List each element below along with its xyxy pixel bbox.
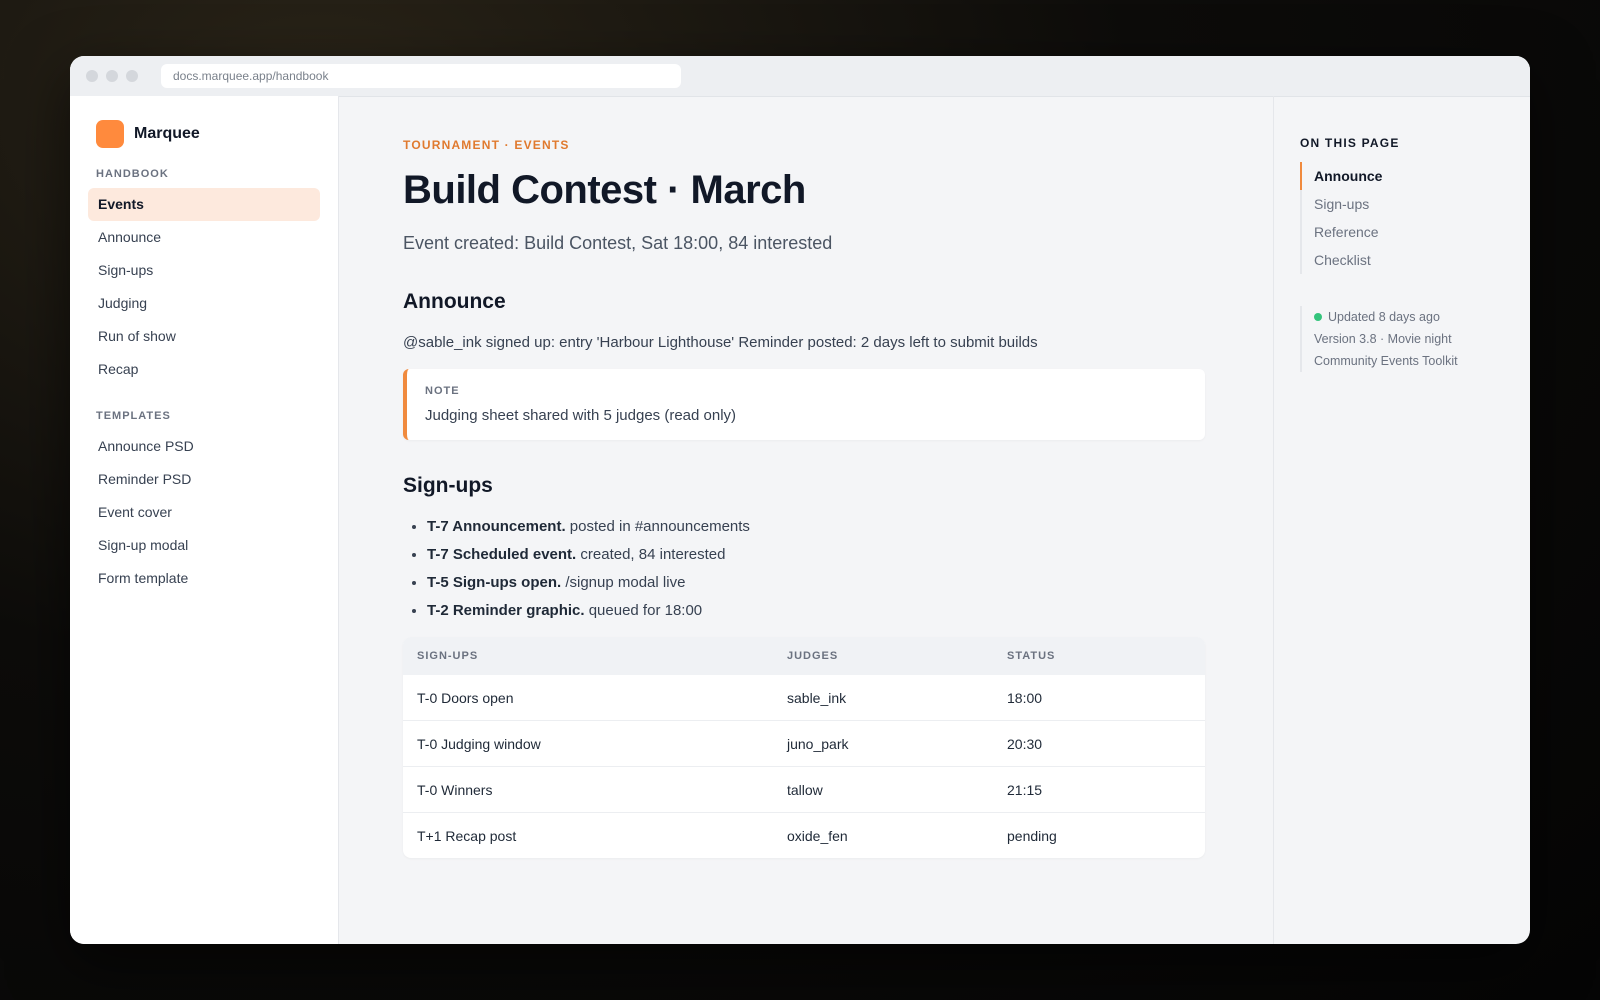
sidebar-section-templates: TEMPLATES — [96, 410, 171, 422]
table-row: T+1 Recap post oxide_fen pending — [403, 812, 1205, 858]
cell-sign-up: T-0 Winners — [417, 781, 493, 798]
list-item: T-7 Scheduled event. created, 84 interes… — [427, 546, 1205, 563]
address-bar[interactable]: docs.marquee.app/handbook — [161, 64, 681, 88]
sidebar-item-announce-psd[interactable]: Announce PSD — [88, 430, 320, 463]
brand[interactable]: Marquee — [96, 120, 320, 148]
cell-sign-up: T+1 Recap post — [417, 827, 517, 844]
list-item-text: posted in #announcements — [565, 518, 750, 535]
cell-judge: tallow — [787, 781, 823, 798]
sidebar-item-judging[interactable]: Judging — [88, 287, 320, 320]
cell-judge: juno_park — [787, 735, 849, 752]
updated-line: Updated 8 days ago — [1314, 306, 1500, 328]
sidebar-item-event-cover[interactable]: Event cover — [88, 496, 320, 529]
column-header-status: STATUS — [1007, 650, 1056, 662]
table-of-contents: ON THIS PAGE Announce Sign-ups Reference… — [1274, 96, 1530, 944]
list-item-title: T-5 Sign-ups open. — [427, 574, 562, 591]
sign-ups-heading: Sign-ups — [403, 474, 493, 497]
list-item-text: /signup modal live — [561, 574, 686, 591]
brand-name: Marquee — [134, 125, 200, 142]
toolkit-text: Community Events Toolkit — [1314, 354, 1458, 368]
sidebar-item-form-template[interactable]: Form template — [88, 562, 320, 595]
list-item-title: T-7 Announcement. — [427, 518, 566, 535]
sign-ups-table: SIGN-UPS JUDGES STATUS T-0 Doors open sa… — [403, 637, 1205, 858]
page-title: Build Contest · March — [403, 168, 806, 212]
list-item-title: T-2 Reminder graphic. — [427, 602, 585, 619]
status-dot-icon — [1314, 313, 1322, 321]
list-item: T-2 Reminder graphic. queued for 18:00 — [427, 602, 1205, 619]
sidebar-item-announce[interactable]: Announce — [88, 221, 320, 254]
note-callout: NOTE Judging sheet shared with 5 judges … — [403, 369, 1205, 440]
handbook-nav: Events Announce Sign-ups Judging Run of … — [88, 188, 320, 386]
toc-item-reference[interactable]: Reference — [1300, 218, 1500, 246]
window-controls — [86, 70, 138, 82]
column-header-sign-ups: SIGN-UPS — [417, 650, 479, 662]
toc-item-checklist[interactable]: Checklist — [1300, 246, 1500, 274]
sidebar-item-recap[interactable]: Recap — [88, 353, 320, 386]
cell-status: 21:15 — [1007, 781, 1043, 798]
cell-judge: oxide_fen — [787, 827, 848, 844]
sidebar-item-events[interactable]: Events — [88, 188, 320, 221]
list-item-text: queued for 18:00 — [584, 602, 703, 619]
list-item: T-5 Sign-ups open. /signup modal live — [427, 574, 1205, 591]
templates-nav: Announce PSD Reminder PSD Event cover Si… — [88, 430, 320, 595]
list-item-text: created, 84 interested — [576, 546, 726, 563]
sidebar-item-run-of-show[interactable]: Run of show — [88, 320, 320, 353]
page-subtitle: Event created: Build Contest, Sat 18:00,… — [403, 233, 833, 253]
announce-paragraph: @sable_ink signed up: entry 'Harbour Lig… — [403, 334, 1038, 351]
minimize-window-icon[interactable] — [106, 70, 118, 82]
note-label: NOTE — [425, 385, 460, 397]
cell-sign-up: T-0 Doors open — [417, 689, 514, 706]
maximize-window-icon[interactable] — [126, 70, 138, 82]
toc-item-announce[interactable]: Announce — [1300, 162, 1500, 190]
table-header: SIGN-UPS JUDGES STATUS — [403, 637, 1205, 675]
table-row: T-0 Judging window juno_park 20:30 — [403, 720, 1205, 766]
sidebar: Marquee HANDBOOK Events Announce Sign-up… — [70, 96, 339, 944]
toc-item-sign-ups[interactable]: Sign-ups — [1300, 190, 1500, 218]
list-item-title: T-7 Scheduled event. — [427, 546, 577, 563]
table-row: T-0 Doors open sable_ink 18:00 — [403, 675, 1205, 720]
browser-titlebar: docs.marquee.app/handbook — [70, 56, 1530, 97]
brand-logo-icon — [96, 120, 124, 148]
list-item: T-7 Announcement. posted in #announcemen… — [427, 518, 1205, 535]
sidebar-item-sign-up-modal[interactable]: Sign-up modal — [88, 529, 320, 562]
timeline-list: T-7 Announcement. posted in #announcemen… — [403, 518, 1205, 619]
column-header-judges: JUDGES — [787, 650, 839, 662]
announce-heading: Announce — [403, 290, 506, 313]
updated-text: Updated 8 days ago — [1328, 310, 1440, 324]
toc-title: ON THIS PAGE — [1300, 136, 1400, 150]
sidebar-section-handbook: HANDBOOK — [96, 168, 169, 180]
browser-window: docs.marquee.app/handbook Marquee HANDBO… — [70, 56, 1530, 944]
page-meta: Updated 8 days ago Version 3.8 · Movie n… — [1300, 306, 1500, 372]
note-text: Judging sheet shared with 5 judges (read… — [425, 407, 737, 424]
cell-status: 20:30 — [1007, 735, 1043, 752]
cell-sign-up: T-0 Judging window — [417, 735, 541, 752]
cell-judge: sable_ink — [787, 689, 847, 706]
close-window-icon[interactable] — [86, 70, 98, 82]
table-row: T-0 Winners tallow 21:15 — [403, 766, 1205, 812]
cell-status: pending — [1007, 827, 1057, 844]
cell-status: 18:00 — [1007, 689, 1043, 706]
sidebar-item-reminder-psd[interactable]: Reminder PSD — [88, 463, 320, 496]
version-text: Version 3.8 · Movie night — [1314, 332, 1452, 346]
toc-list: Announce Sign-ups Reference Checklist — [1300, 162, 1500, 274]
breadcrumb: Tournament · Events — [403, 138, 570, 152]
main-content: Tournament · Events Build Contest · Marc… — [339, 96, 1274, 944]
sidebar-item-sign-ups[interactable]: Sign-ups — [88, 254, 320, 287]
